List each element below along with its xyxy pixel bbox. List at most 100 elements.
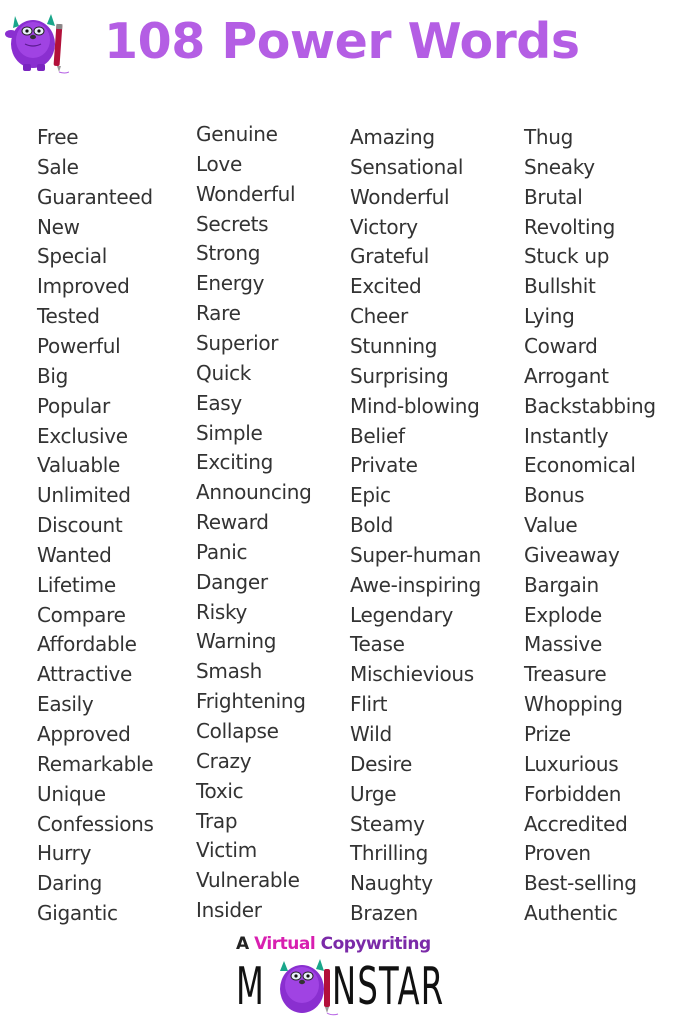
power-word: Economical — [524, 453, 636, 478]
power-word: Exciting — [196, 450, 274, 475]
power-word: Unlimited — [37, 483, 131, 508]
power-word: Rare — [196, 301, 241, 326]
power-word: Tease — [350, 632, 405, 657]
power-word: Instantly — [524, 423, 609, 448]
power-word: Stuck up — [524, 244, 610, 269]
power-word: Private — [350, 453, 418, 478]
power-word: Tested — [37, 304, 100, 329]
header-logo — [3, 10, 70, 74]
power-word: Gigantic — [37, 901, 118, 926]
power-word: Warning — [196, 629, 277, 654]
power-word: Compare — [37, 602, 126, 627]
power-word: Epic — [350, 483, 391, 508]
power-word: Lifetime — [37, 572, 116, 597]
power-word: Genuine — [196, 122, 278, 146]
power-word: Daring — [37, 871, 103, 896]
power-word: Revolting — [524, 214, 616, 239]
power-word: Giveaway — [524, 542, 620, 567]
power-word: Authentic — [524, 901, 618, 926]
power-word: Easy — [196, 390, 242, 415]
monster-mascot-icon — [5, 14, 70, 74]
power-word: Reward — [196, 510, 269, 535]
power-word: Steamy — [350, 811, 425, 836]
power-word: Free — [37, 125, 79, 149]
power-word: Coward — [524, 333, 598, 358]
power-word: Special — [37, 244, 107, 269]
power-word: Danger — [196, 569, 268, 594]
power-word: Big — [37, 363, 69, 388]
power-word: Super-human — [350, 542, 481, 567]
power-word: Surprising — [350, 363, 449, 388]
power-word: Sensational — [350, 154, 464, 179]
power-word: Luxurious — [524, 751, 619, 776]
power-word: Crazy — [196, 748, 252, 773]
power-word: Attractive — [37, 662, 133, 687]
power-word: Victim — [196, 838, 257, 863]
power-word: Lying — [524, 304, 575, 329]
brand-letter-m: M — [236, 957, 266, 1017]
power-word: Frightening — [196, 689, 306, 714]
power-word: Arrogant — [524, 363, 609, 388]
power-word: Vulnerable — [196, 868, 300, 893]
power-word: Amazing — [350, 125, 435, 149]
power-word: Belief — [350, 423, 405, 448]
power-word: Sneaky — [524, 154, 595, 179]
power-word: Popular — [37, 393, 110, 418]
power-word: Easily — [37, 692, 94, 717]
power-word: Desire — [350, 751, 412, 776]
power-word: Value — [524, 513, 578, 538]
power-word: Bonus — [524, 483, 585, 508]
power-word: Cheer — [350, 304, 408, 329]
power-word: Legendary — [350, 602, 454, 627]
power-word: Discount — [37, 513, 123, 538]
power-word: Victory — [350, 214, 418, 239]
power-word: Valuable — [37, 453, 121, 478]
power-word: Thug — [524, 125, 574, 149]
power-word: New — [37, 214, 80, 239]
power-word: Flirt — [350, 692, 388, 717]
power-word: Explode — [524, 602, 602, 627]
power-word: Treasure — [524, 662, 607, 687]
power-word: Forbidden — [524, 781, 622, 806]
power-word: Remarkable — [37, 751, 154, 776]
power-word: Proven — [524, 841, 591, 866]
footer-brand-logo: A Virtual Copywriting M NSTAR — [236, 933, 446, 1018]
power-word: Prize — [524, 722, 571, 746]
power-word: Urge — [350, 781, 397, 806]
power-word: Accredited — [524, 811, 628, 836]
power-word: Mind-blowing — [350, 393, 480, 418]
power-word: Bargain — [524, 572, 599, 597]
power-word: Strong — [196, 241, 261, 266]
power-word: Brazen — [350, 901, 418, 926]
power-word: Energy — [196, 271, 265, 296]
power-word: Quick — [196, 360, 252, 385]
power-word: Improved — [37, 274, 130, 299]
power-word: Best-selling — [524, 871, 637, 896]
power-word: Insider — [196, 898, 262, 923]
monster-mascot-icon — [280, 959, 339, 1016]
power-word: Approved — [37, 722, 131, 746]
power-word: Awe-inspiring — [350, 572, 481, 597]
power-word: Confessions — [37, 811, 154, 836]
power-word: Secrets — [196, 211, 269, 236]
power-word: Bold — [350, 513, 394, 538]
brand-letters-nstar: NSTAR — [332, 957, 445, 1017]
power-word: Collapse — [196, 719, 279, 743]
power-word: Wild — [350, 722, 392, 746]
power-word: Love — [196, 151, 242, 176]
power-word: Risky — [196, 599, 248, 624]
power-word: Toxic — [196, 778, 244, 803]
power-word: Wonderful — [196, 181, 296, 206]
power-word: Hurry — [37, 841, 92, 866]
power-word: Guaranteed — [37, 184, 153, 209]
power-word: Excited — [350, 274, 422, 299]
tagline-a: A — [236, 934, 255, 954]
power-word: Superior — [196, 330, 279, 355]
power-word: Simple — [196, 420, 263, 445]
power-word: Wanted — [37, 542, 112, 567]
power-word: Thrilling — [350, 841, 429, 866]
power-word: Exclusive — [37, 423, 128, 448]
power-word: Stunning — [350, 333, 438, 358]
power-word: Affordable — [37, 632, 137, 657]
power-word: Bullshit — [524, 274, 596, 299]
